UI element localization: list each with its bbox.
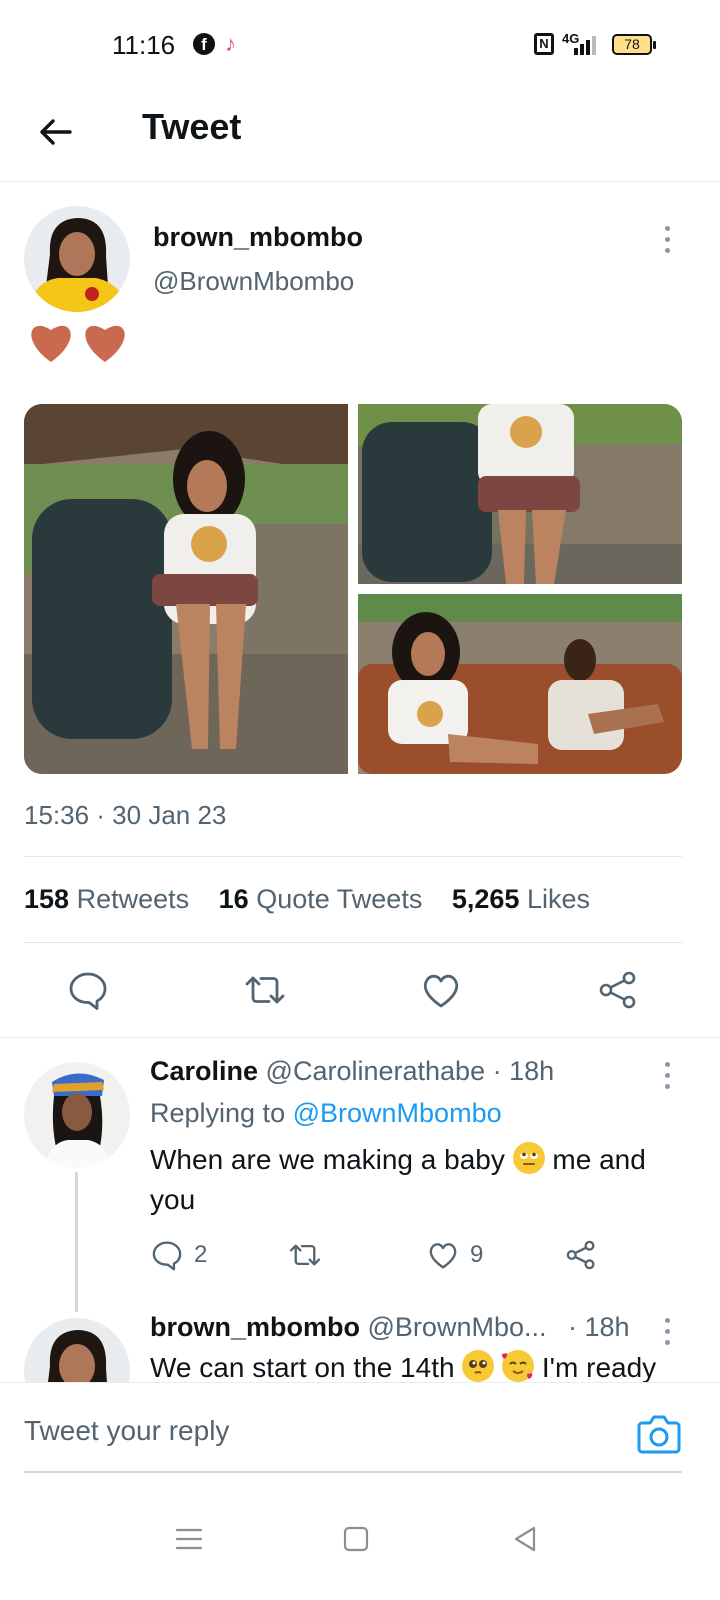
reply-text-part: When are we making a baby [150,1144,505,1175]
likes-stat[interactable]: 5,265 Likes [452,884,590,914]
tweet-photo-2[interactable] [358,404,682,584]
back-triangle-icon[interactable] [510,1524,540,1554]
menu-icon[interactable] [174,1524,204,1554]
reply-author-handle[interactable]: @BrownMbo... [368,1312,547,1342]
like-icon[interactable] [419,968,463,1012]
tweet-timestamp: 15:36 · 30 Jan 23 [24,800,227,830]
reply-count: 2 [194,1241,208,1268]
replying-to-link[interactable]: @BrownMbombo [293,1098,502,1128]
tiktok-icon: ♪ [225,31,236,56]
like-count: 9 [470,1241,484,1268]
home-square-icon[interactable] [341,1524,371,1554]
reply-icon[interactable] [66,968,110,1012]
reply-author-name[interactable]: Caroline [150,1056,258,1086]
smiling-hearts-emoji [502,1350,535,1382]
reply-text-part: We can start on the 14th [150,1352,455,1383]
more-options-icon[interactable] [662,1062,672,1095]
thread-line [75,1172,78,1312]
avatar[interactable] [24,206,130,312]
reply-text: When are we making a baby me and you [150,1140,670,1220]
divider [24,856,682,857]
avatar[interactable] [24,1062,130,1168]
reply-header: brown_mbombo @BrownMbo... · 18h [150,1312,630,1343]
system-nav-bar [0,1490,720,1600]
reply-icon [152,1241,182,1271]
divider [24,942,682,943]
retweet-button[interactable] [288,1238,332,1272]
more-options-icon[interactable] [662,1318,672,1351]
tweet-stats: 158 Retweets 16 Quote Tweets 5,265 Likes [24,884,612,915]
camera-icon[interactable] [636,1413,682,1455]
retweets-stat[interactable]: 158 Retweets [24,884,189,914]
facebook-icon: f [193,33,215,55]
share-icon[interactable] [596,968,640,1012]
tweet-photo-3[interactable] [358,594,682,774]
divider [0,1037,720,1038]
author-name[interactable]: brown_mbombo [153,222,363,253]
signal-icon [574,33,600,55]
page-title: Tweet [142,106,242,147]
pleading-face-emoji [462,1350,495,1382]
reply-input-underline [24,1471,682,1473]
author-handle[interactable]: @BrownMbombo [153,266,354,297]
reply-time: · 18h [492,1056,555,1086]
top-bar: Tweet [0,90,720,182]
reply-header: Caroline @Carolinerathabe · 18h [150,1056,554,1087]
reply-author-name[interactable]: brown_mbombo [150,1312,360,1342]
heart-emoji-icon [85,325,126,362]
reply-text-part: I'm ready [541,1352,657,1383]
retweet-icon [289,1244,321,1266]
eye-roll-emoji [512,1142,545,1174]
reply-button[interactable]: 2 [150,1238,207,1272]
replying-to-label: Replying to [150,1098,286,1128]
heart-emoji-icon [31,325,71,362]
battery-icon: 78 [612,34,656,55]
reply-input[interactable]: Tweet your reply [24,1415,229,1447]
likes-label: Likes [526,884,590,914]
quote-tweets-count: 16 [218,884,249,914]
reply-time: · 18h [568,1312,630,1342]
hearts-emoji [26,318,130,369]
quote-tweets-label: Quote Tweets [256,884,423,914]
reply-composer: Tweet your reply [0,1382,720,1490]
tweet-media-grid [24,404,682,774]
arrow-left-icon[interactable] [34,110,78,154]
like-button[interactable]: 9 [426,1238,483,1272]
likes-count: 5,265 [451,884,520,914]
reply-author-handle[interactable]: @Carolinerathabe [266,1056,486,1086]
like-icon [429,1243,457,1269]
retweets-count: 158 [24,884,70,914]
more-options-icon[interactable] [662,226,672,259]
pleading-smiling-emojis [462,1350,542,1383]
status-bar: 11:16 f ♪ N 4G 78 [0,0,720,90]
retweets-label: Retweets [76,884,190,914]
tweet-photo-1[interactable] [24,404,348,774]
replying-to: Replying to @BrownMbombo [150,1098,502,1129]
status-time: 11:16 [112,30,176,60]
retweet-icon[interactable] [243,968,287,1012]
share-button[interactable] [564,1238,598,1272]
quote-tweets-stat[interactable]: 16 Quote Tweets [219,884,423,914]
nfc-icon: N [534,33,554,55]
share-icon [566,1240,595,1270]
